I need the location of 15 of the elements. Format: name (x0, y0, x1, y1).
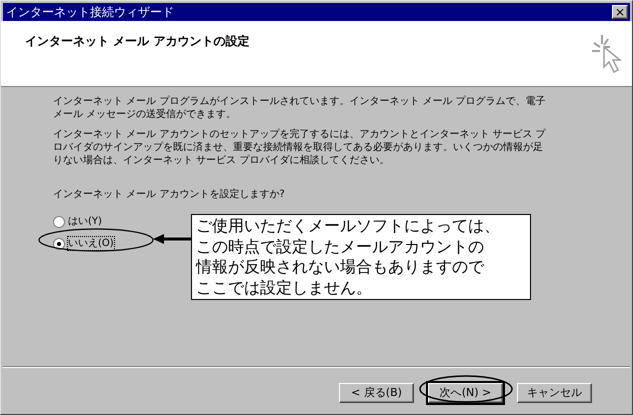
pointer-arrow (153, 233, 191, 245)
wizard-button[interactable]: キャンセル (517, 383, 592, 404)
callout-note: ご使用いただくメールソフトによっては、 この時点で設定したメールアカウントの 情報が反映されない場合もありますので ここでは設定しません。 (191, 214, 531, 300)
wizard-button[interactable]: 次へ(N) > (428, 383, 503, 404)
header-title: インターネット メール アカウントの設定 (25, 33, 250, 50)
question-text: インターネット メール アカウントを設定しますか? (53, 188, 285, 201)
close-button[interactable]: × (612, 5, 628, 19)
window-title: インターネット接続ウィザード (6, 6, 174, 18)
radio-button[interactable] (53, 216, 65, 228)
radio-option[interactable]: はい(Y) (53, 215, 102, 228)
radio-button[interactable] (53, 238, 65, 250)
cursor-sparkle-icon (590, 33, 624, 75)
description-text: インターネット メール プログラムがインストールされています。インターネット メール プログラムで、電子メール メッセージの送受信ができます。 (53, 95, 547, 121)
wizard-button[interactable]: < 戻る(B) (339, 383, 414, 404)
description-text: インターネット メール アカウントのセットアップを完了するには、アカウントとインターネット サービス プロバイダのサインアップを既に済ませ、重要な接続情報を取得してある必要があります。いくつかの情報が足りない場合は、インターネット サービス プロバイダに相談してください。 (53, 128, 547, 167)
